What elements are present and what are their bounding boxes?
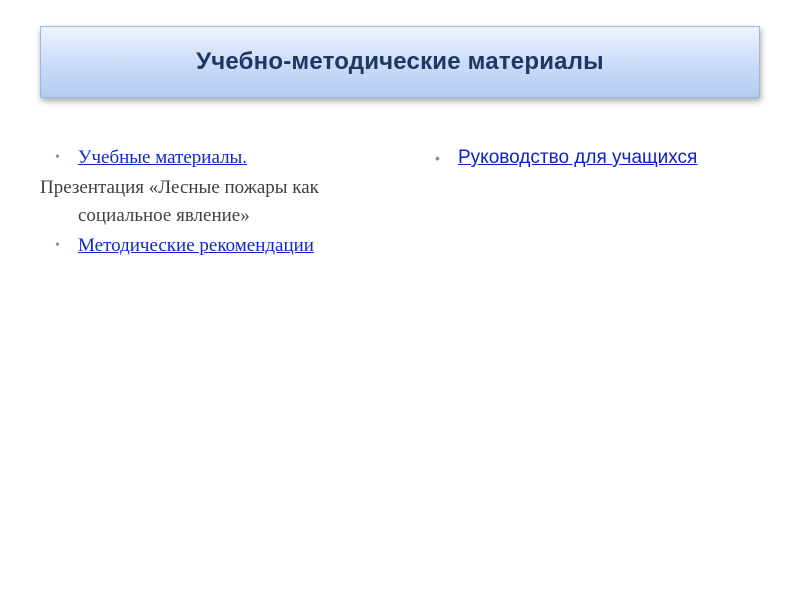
methodical-recommendations-link[interactable]: Методические рекомендации <box>78 235 314 256</box>
list-item-methodical-recommendations: • Методические рекомендации <box>40 232 390 260</box>
study-materials-link[interactable]: Учебные материалы. <box>78 147 247 168</box>
presentation-description: Презентация «Лесные пожары как социально… <box>40 177 319 226</box>
left-content-column: • Учебные материалы. Презентация «Лесные… <box>40 144 390 260</box>
slide: Учебно-методические материалы • Учебные … <box>0 0 800 600</box>
right-content-column: • Руководство для учащихся <box>420 144 760 172</box>
list-item-student-guide: • Руководство для учащихся <box>420 144 760 172</box>
bullet-icon: • <box>55 238 60 253</box>
slide-title: Учебно-методические материалы <box>196 48 604 75</box>
title-banner: Учебно-методические материалы <box>40 26 760 98</box>
student-guide-link[interactable]: Руководство для учащихся <box>458 147 697 168</box>
bullet-icon: • <box>435 150 440 166</box>
bullet-icon: • <box>55 150 60 165</box>
list-item-study-materials: • Учебные материалы. <box>40 144 390 172</box>
